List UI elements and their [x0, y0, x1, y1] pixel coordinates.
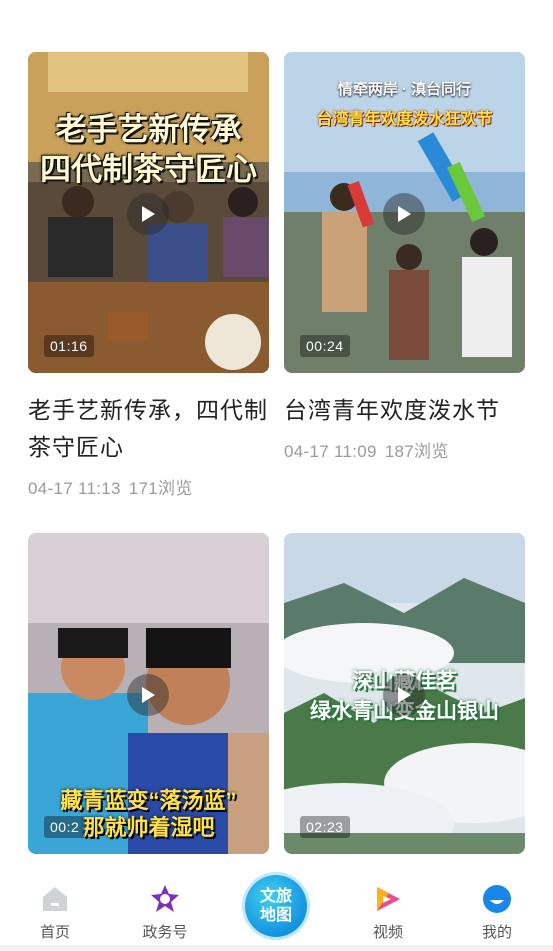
- tab-culture-map[interactable]: 文旅 地图: [241, 870, 311, 937]
- tab-label: 我的: [481, 924, 512, 941]
- tab-gov-account[interactable]: 政务号: [125, 880, 205, 942]
- video-feed: 老手艺新传承 四代制茶守匠心 01:16 老手艺新传承，四代制茶守匠心 04-1…: [0, 0, 553, 870]
- duration-badge: 01:16: [44, 335, 94, 357]
- video-thumbnail[interactable]: 藏青蓝变“落汤蓝” 那就帅着湿吧 00:2: [28, 533, 269, 854]
- duration-badge: 00:24: [300, 335, 350, 357]
- publish-date: 04-17 11:09: [284, 442, 377, 461]
- video-card[interactable]: 情牵两岸 · 滇台同行 台湾青年欢度泼水狂欢节 00:24 台湾青年欢度泼水节 …: [284, 52, 525, 462]
- publish-date: 04-17 11:13: [28, 479, 121, 498]
- video-thumbnail[interactable]: 老手艺新传承 四代制茶守匠心 01:16: [28, 52, 269, 373]
- video-card[interactable]: 老手艺新传承 四代制茶守匠心 01:16 老手艺新传承，四代制茶守匠心 04-1…: [28, 52, 269, 499]
- video-play-icon: [377, 887, 400, 911]
- caption-line: 老手艺新传承: [55, 112, 242, 147]
- play-icon[interactable]: [127, 674, 169, 716]
- play-icon[interactable]: [383, 193, 425, 235]
- map-button-label: 地图: [259, 907, 292, 924]
- profile-icon: [483, 885, 511, 913]
- tab-label: 政务号: [142, 924, 188, 941]
- tab-label: 首页: [39, 924, 70, 941]
- map-button-label: 文旅: [259, 888, 292, 905]
- view-count: 187浏览: [384, 442, 449, 461]
- video-title[interactable]: 老手艺新传承，四代制茶守匠心: [28, 392, 269, 466]
- video-card[interactable]: 藏青蓝变“落汤蓝” 那就帅着湿吧 00:2: [28, 533, 269, 854]
- star-icon: [151, 885, 179, 912]
- home-icon: [43, 887, 67, 911]
- tab-home[interactable]: 首页: [15, 880, 95, 942]
- video-thumbnail[interactable]: 情牵两岸 · 滇台同行 台湾青年欢度泼水狂欢节 00:24: [284, 52, 525, 373]
- tab-label: 视频: [372, 924, 403, 941]
- thumbnail-subcaption: 情牵两岸 · 滇台同行: [337, 81, 472, 98]
- video-thumbnail[interactable]: 深山藏佳茗 绿水青山变金山银山 02:23: [284, 533, 525, 854]
- thumbnail-caption: 老手艺新传承 四代制茶守匠心: [38, 110, 259, 190]
- bottom-tab-bar: 首页 政务号 文旅 地图 视频 我的: [0, 870, 553, 951]
- duration-badge: 00:2: [44, 816, 86, 838]
- video-title[interactable]: 台湾青年欢度泼水节: [284, 392, 525, 429]
- bottom-divider: [0, 945, 553, 951]
- video-card[interactable]: 深山藏佳茗 绿水青山变金山银山 02:23: [284, 533, 525, 854]
- play-icon[interactable]: [383, 674, 425, 716]
- tab-video[interactable]: 视频: [348, 880, 428, 942]
- map-button[interactable]: 文旅 地图: [245, 875, 307, 937]
- duration-badge: 02:23: [300, 816, 350, 838]
- view-count: 171浏览: [128, 479, 193, 498]
- video-meta: 04-17 11:13 171浏览: [28, 474, 269, 499]
- play-icon[interactable]: [127, 193, 169, 235]
- tab-mine[interactable]: 我的: [457, 880, 537, 942]
- thumbnail-caption: 台湾青年欢度泼水狂欢节: [316, 111, 493, 128]
- caption-line: 藏青蓝变“落汤蓝”: [60, 788, 237, 813]
- caption-line: 四代制茶守匠心: [40, 152, 257, 187]
- video-meta: 04-17 11:09 187浏览: [284, 437, 525, 462]
